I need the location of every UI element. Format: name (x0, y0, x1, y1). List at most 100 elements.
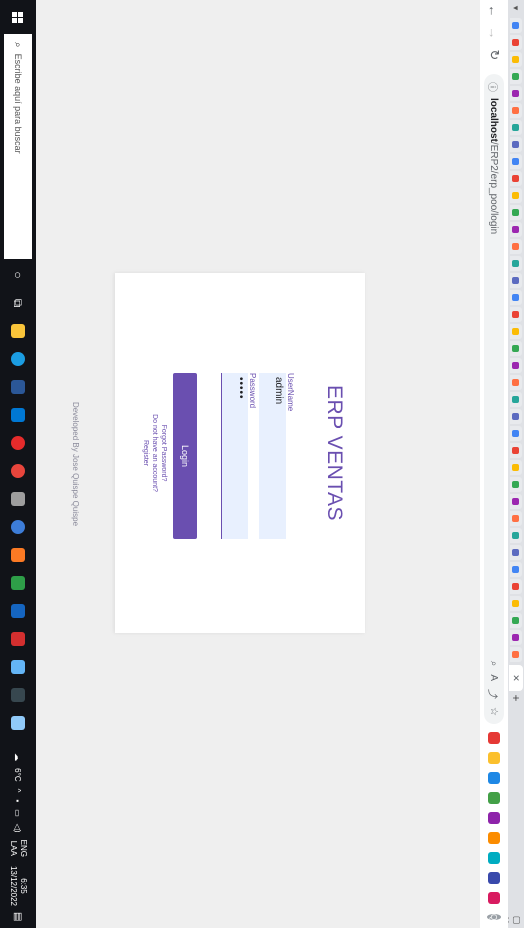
browser-tab[interactable] (510, 307, 522, 322)
browser-tab[interactable] (510, 171, 522, 186)
windows-start-icon[interactable] (0, 0, 36, 34)
new-tab-button[interactable]: + (509, 691, 523, 705)
address-bar[interactable]: ⓘ localhost /ERP2/erp_poo/login ⌕ A ⤴ ☆ (484, 74, 504, 724)
clock[interactable]: 6:35 13/12/2022 (8, 866, 28, 906)
browser-tab[interactable] (510, 562, 522, 577)
browser-tab[interactable] (510, 86, 522, 101)
tab-favicon-icon (512, 328, 520, 335)
browser-tab[interactable] (510, 120, 522, 135)
store-icon[interactable] (6, 375, 30, 399)
forgot-password-link[interactable]: Forgot Password? (160, 273, 167, 633)
task-view-icon[interactable]: ⧉ (6, 291, 30, 315)
browser-tab[interactable] (510, 256, 522, 271)
tab-favicon-icon (512, 39, 520, 46)
weather-icon[interactable]: ☁ (14, 753, 23, 761)
cortana-icon[interactable]: ○ (6, 263, 30, 287)
search-icon[interactable]: ⌕ (489, 661, 500, 667)
acrobat-icon[interactable] (6, 627, 30, 651)
reload-icon[interactable]: ↻ (483, 44, 505, 66)
file-explorer-icon[interactable] (6, 319, 30, 343)
browser-tab[interactable] (510, 18, 522, 33)
app-icon-blue[interactable] (6, 515, 30, 539)
app-icon-gray[interactable] (6, 487, 30, 511)
browser-tab[interactable] (510, 528, 522, 543)
browser-tab[interactable] (510, 443, 522, 458)
chrome-icon[interactable] (6, 459, 30, 483)
browser-tab[interactable] (510, 205, 522, 220)
volume-icon[interactable]: ◁) (14, 824, 23, 833)
zoom-icon[interactable]: A (489, 674, 500, 681)
app-icon-dark[interactable] (6, 683, 30, 707)
register-link[interactable]: Register (142, 273, 149, 633)
battery-icon[interactable]: ▭ (14, 809, 23, 817)
browser-tab[interactable] (510, 409, 522, 424)
browser-tab[interactable] (510, 579, 522, 594)
browser-tab[interactable] (510, 426, 522, 441)
browser-tab[interactable] (510, 52, 522, 67)
share-icon[interactable]: ⤴ (487, 689, 502, 699)
menu-icon[interactable]: ⋮ (483, 920, 505, 928)
browser-tab[interactable] (510, 375, 522, 390)
window-controls[interactable]: — ▢ ✕ (508, 912, 524, 928)
extension-icon-7[interactable] (488, 852, 500, 864)
forward-icon[interactable]: → (483, 22, 505, 44)
browser-tab[interactable] (510, 460, 522, 475)
browser-tab[interactable] (510, 494, 522, 509)
tray-chevron-icon[interactable]: ^ (14, 789, 23, 793)
app-icon-green[interactable] (6, 571, 30, 595)
star-icon[interactable]: ☆ (489, 707, 500, 716)
extension-icon-8[interactable] (488, 872, 500, 884)
extension-icon-2[interactable] (488, 752, 500, 764)
tab-active[interactable]: ✕ (509, 665, 523, 691)
browser-tab[interactable] (510, 647, 522, 662)
browser-tab[interactable] (510, 103, 522, 118)
browser-tab[interactable] (510, 477, 522, 492)
browser-tab[interactable] (510, 358, 522, 373)
app-icon-light-blue[interactable] (6, 711, 30, 735)
taskbar-search-input[interactable]: ⌕ Escribe aquí para buscar (4, 34, 32, 259)
browser-tab[interactable] (510, 324, 522, 339)
username-input[interactable]: admin (259, 373, 286, 539)
extension-icon-5[interactable] (488, 812, 500, 824)
app-icon-navy[interactable] (6, 599, 30, 623)
extension-icon-3[interactable] (488, 772, 500, 784)
mail-icon[interactable] (6, 403, 30, 427)
xampp-icon[interactable] (6, 543, 30, 567)
edge-icon[interactable] (6, 347, 30, 371)
login-card: ERP VENTAS UserName admin Password •••••… (115, 273, 365, 633)
no-account-text: Do not have an account? (151, 414, 158, 492)
opera-icon[interactable] (6, 431, 30, 455)
app-icon-wave[interactable] (6, 655, 30, 679)
browser-tab[interactable] (510, 545, 522, 560)
browser-tab[interactable] (510, 239, 522, 254)
network-icon[interactable]: ▪ (14, 799, 23, 802)
extension-icon-6[interactable] (488, 832, 500, 844)
browser-tab[interactable] (510, 69, 522, 84)
weather-text[interactable]: 6°C (14, 768, 23, 781)
back-icon[interactable]: ← (483, 0, 505, 22)
browser-tab[interactable] (510, 273, 522, 288)
browser-tab[interactable] (510, 222, 522, 237)
extension-icon-1[interactable] (488, 732, 500, 744)
browser-tab[interactable] (510, 613, 522, 628)
browser-tab[interactable] (510, 137, 522, 152)
extension-icon-4[interactable] (488, 792, 500, 804)
login-button[interactable]: Login (173, 373, 197, 539)
browser-tab[interactable] (510, 290, 522, 305)
password-group: Password ••••• (221, 273, 257, 633)
browser-tab[interactable] (510, 630, 522, 645)
password-input[interactable]: ••••• (221, 373, 248, 539)
tab-search-icon[interactable]: ▾ (511, 0, 522, 16)
site-info-icon[interactable]: ⓘ (487, 82, 502, 92)
browser-tab[interactable] (510, 341, 522, 356)
browser-tab[interactable] (510, 596, 522, 611)
notification-icon[interactable]: ▤ (13, 912, 24, 928)
browser-tab[interactable] (510, 35, 522, 50)
browser-tab[interactable] (510, 188, 522, 203)
browser-tab[interactable] (510, 392, 522, 407)
language-indicator[interactable]: ENG LAA (8, 840, 28, 857)
extension-icon-9[interactable] (488, 892, 500, 904)
browser-tab[interactable] (510, 511, 522, 526)
tab-close-icon[interactable]: ✕ (511, 674, 522, 682)
browser-tab[interactable] (510, 154, 522, 169)
